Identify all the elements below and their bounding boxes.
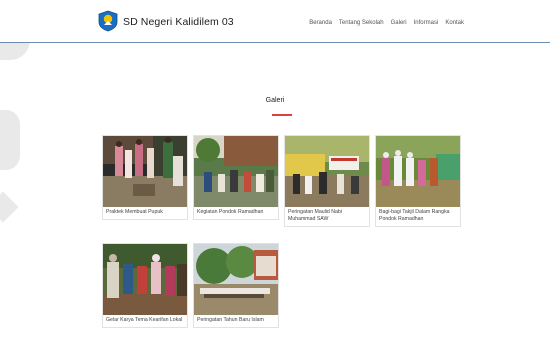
gallery-photo [103, 244, 187, 315]
watermark-shape [0, 191, 19, 223]
nav-tentang-sekolah[interactable]: Tentang Sekolah [339, 20, 384, 26]
school-logo-icon[interactable] [98, 10, 118, 32]
gallery-card[interactable]: Kegiatan Pondok Ramadhan [193, 135, 279, 220]
gallery-photo [194, 244, 278, 315]
title-underline [272, 114, 292, 116]
section-title: Galeri [265, 97, 285, 104]
gallery-card[interactable]: Peringatan Maulid Nabi Muhammad SAW [284, 135, 370, 227]
nav-beranda[interactable]: Beranda [309, 20, 332, 26]
nav-galeri[interactable]: Galeri [391, 20, 407, 26]
gallery-card[interactable]: Peringatan Tahun Baru Islam [193, 243, 279, 328]
navbar: SD Negeri Kalidilem 03 Beranda Tentang S… [0, 0, 550, 43]
watermark-shape [0, 110, 20, 170]
gallery-card[interactable]: Bagi-bagi Takjil Dalam Rangka Pondok Ram… [375, 135, 461, 227]
nav-informasi[interactable]: Informasi [414, 20, 439, 26]
gallery-photo [103, 136, 187, 207]
gallery-card[interactable]: Praktek Membuat Pupuk [102, 135, 188, 220]
gallery-card[interactable]: Gelar Karya Tema Kearifan Lokal [102, 243, 188, 328]
gallery-caption: Peringatan Tahun Baru Islam [197, 317, 264, 323]
nav-menu: Beranda Tentang Sekolah Galeri Informasi… [309, 20, 464, 26]
gallery-caption: Kegiatan Pondok Ramadhan [197, 209, 264, 215]
gallery-photo [194, 136, 278, 207]
gallery-photo [285, 136, 369, 207]
gallery-caption: Praktek Membuat Pupuk [106, 209, 163, 215]
gallery-caption: Gelar Karya Tema Kearifan Lokal [106, 317, 183, 323]
gallery-caption: Bagi-bagi Takjil Dalam Rangka Pondok Ram… [379, 209, 450, 222]
gallery-photo [376, 136, 460, 207]
nav-kontak[interactable]: Kontak [445, 20, 464, 26]
site-brand[interactable]: SD Negeri Kalidilem 03 [123, 16, 234, 28]
gallery-caption: Peringatan Maulid Nabi Muhammad SAW [288, 209, 342, 222]
